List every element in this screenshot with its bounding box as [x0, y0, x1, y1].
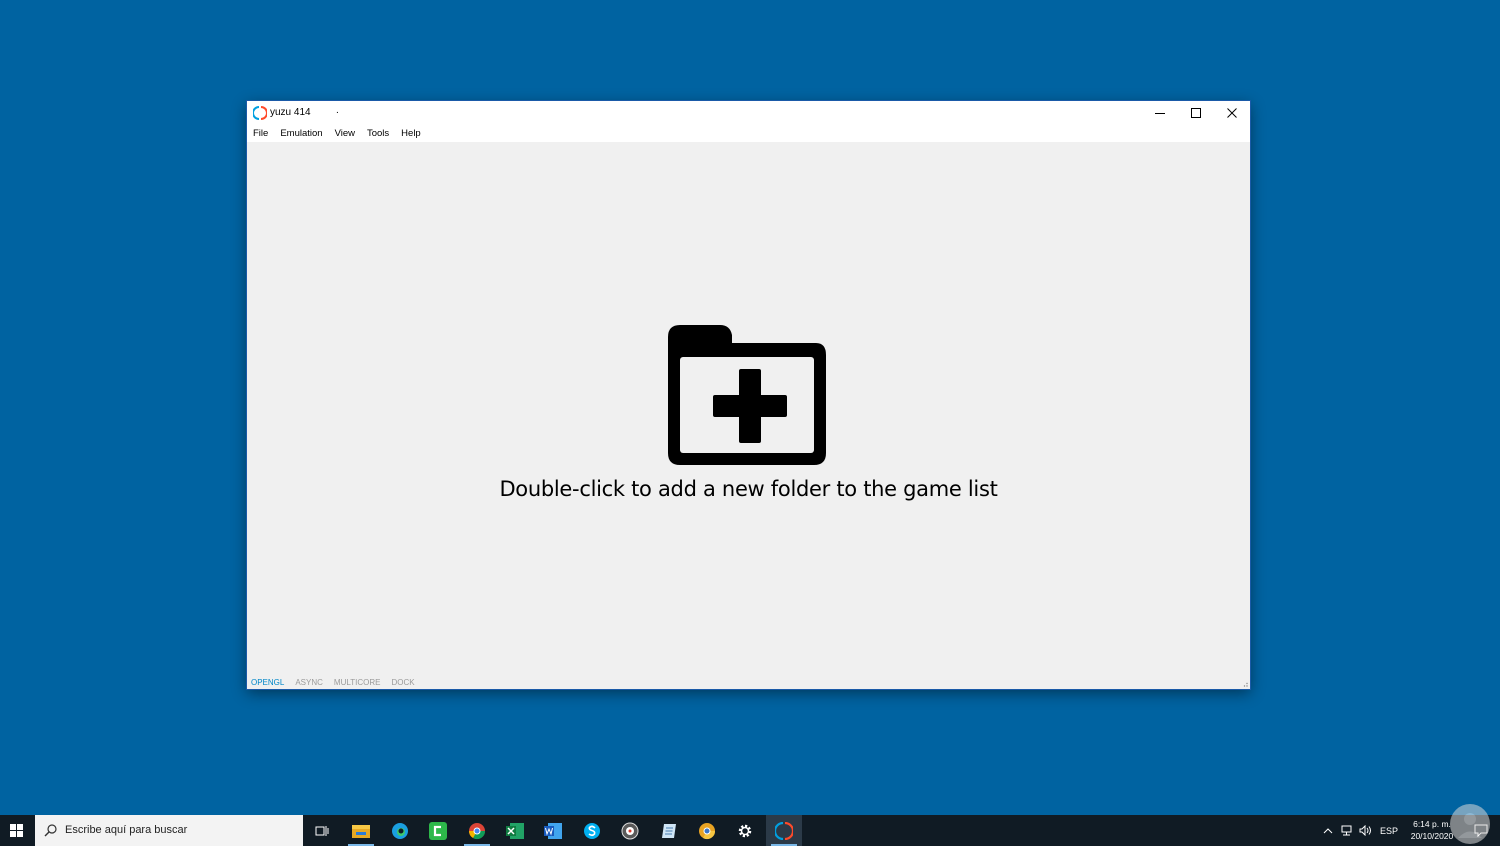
taskbar: Escribe aquí para buscar ESP 6:14 p. m. … — [0, 815, 1500, 846]
volume-button[interactable] — [1357, 815, 1375, 846]
yuzu-logo-icon — [253, 106, 267, 120]
task-view-button[interactable] — [304, 815, 340, 846]
status-bar: OPENGL ASYNC MULTICORE DOCK — [247, 676, 1250, 689]
taskbar-excel[interactable] — [497, 815, 533, 846]
window-title: yuzu 414 — [270, 107, 311, 118]
resize-grip-icon[interactable] — [1241, 680, 1248, 687]
start-button[interactable] — [0, 815, 32, 846]
taskbar-settings[interactable] — [727, 815, 763, 846]
title-bar[interactable]: yuzu 414 . — [247, 101, 1250, 125]
word-icon — [544, 822, 562, 839]
notepad-icon — [662, 823, 676, 838]
taskbar-file-explorer[interactable] — [343, 815, 379, 846]
taskbar-word[interactable] — [535, 815, 571, 846]
network-button[interactable] — [1338, 815, 1356, 846]
close-icon — [1227, 108, 1237, 118]
status-opengl[interactable]: OPENGL — [251, 678, 284, 687]
media-app-icon — [621, 822, 639, 839]
volume-icon — [1359, 825, 1371, 836]
taskbar-notepad[interactable] — [651, 815, 687, 846]
maximize-icon — [1191, 108, 1201, 118]
taskbar-camtasia[interactable] — [420, 815, 456, 846]
status-dock[interactable]: DOCK — [391, 678, 414, 687]
chevron-up-icon — [1323, 827, 1333, 833]
search-placeholder: Escribe aquí para buscar — [65, 824, 188, 836]
skype-icon — [584, 822, 600, 839]
windows-logo-icon — [9, 824, 23, 837]
maximize-button[interactable] — [1178, 101, 1214, 125]
taskbar-skype[interactable] — [574, 815, 610, 846]
menu-help[interactable]: Help — [401, 128, 421, 139]
show-hidden-icons-button[interactable] — [1320, 815, 1336, 846]
status-multicore[interactable]: MULTICORE — [334, 678, 381, 687]
task-view-icon — [315, 825, 329, 836]
camtasia-icon — [429, 821, 447, 840]
window-title-suffix: . — [336, 105, 339, 116]
menu-tools[interactable]: Tools — [367, 128, 389, 139]
input-language-button[interactable]: ESP — [1378, 815, 1400, 846]
menu-emulation[interactable]: Emulation — [280, 128, 322, 139]
watermark-logo — [1450, 804, 1490, 844]
taskbar-chrome[interactable] — [459, 815, 495, 846]
menu-view[interactable]: View — [335, 128, 355, 139]
settings-icon — [738, 824, 752, 837]
chrome-icon — [468, 822, 486, 839]
file-explorer-icon — [352, 824, 370, 838]
taskbar-yuzu[interactable] — [766, 815, 802, 846]
empty-list-hint: Double-click to add a new folder to the … — [499, 477, 998, 501]
game-list-area[interactable]: Double-click to add a new folder to the … — [247, 142, 1250, 676]
menu-bar: File Emulation View Tools Help — [247, 125, 1250, 142]
search-icon — [44, 824, 57, 837]
close-button[interactable] — [1214, 101, 1250, 125]
excel-icon — [506, 822, 524, 839]
taskbar-search-input[interactable]: Escribe aquí para buscar — [35, 815, 303, 846]
add-folder-icon[interactable] — [668, 325, 828, 466]
input-language: ESP — [1379, 825, 1398, 836]
minimize-button[interactable] — [1142, 101, 1178, 125]
yuzu-icon — [775, 821, 793, 840]
chrome-canary-icon — [699, 822, 716, 839]
edge-icon — [392, 822, 408, 839]
minimize-icon — [1155, 113, 1165, 114]
taskbar-chrome-canary[interactable] — [689, 815, 725, 846]
taskbar-edge[interactable] — [382, 815, 418, 846]
yuzu-window: yuzu 414 . File Emulation View Tools Hel… — [247, 101, 1250, 689]
taskbar-media-app[interactable] — [612, 815, 648, 846]
status-async[interactable]: ASYNC — [295, 678, 323, 687]
network-icon — [1341, 825, 1351, 836]
menu-file[interactable]: File — [253, 128, 268, 139]
